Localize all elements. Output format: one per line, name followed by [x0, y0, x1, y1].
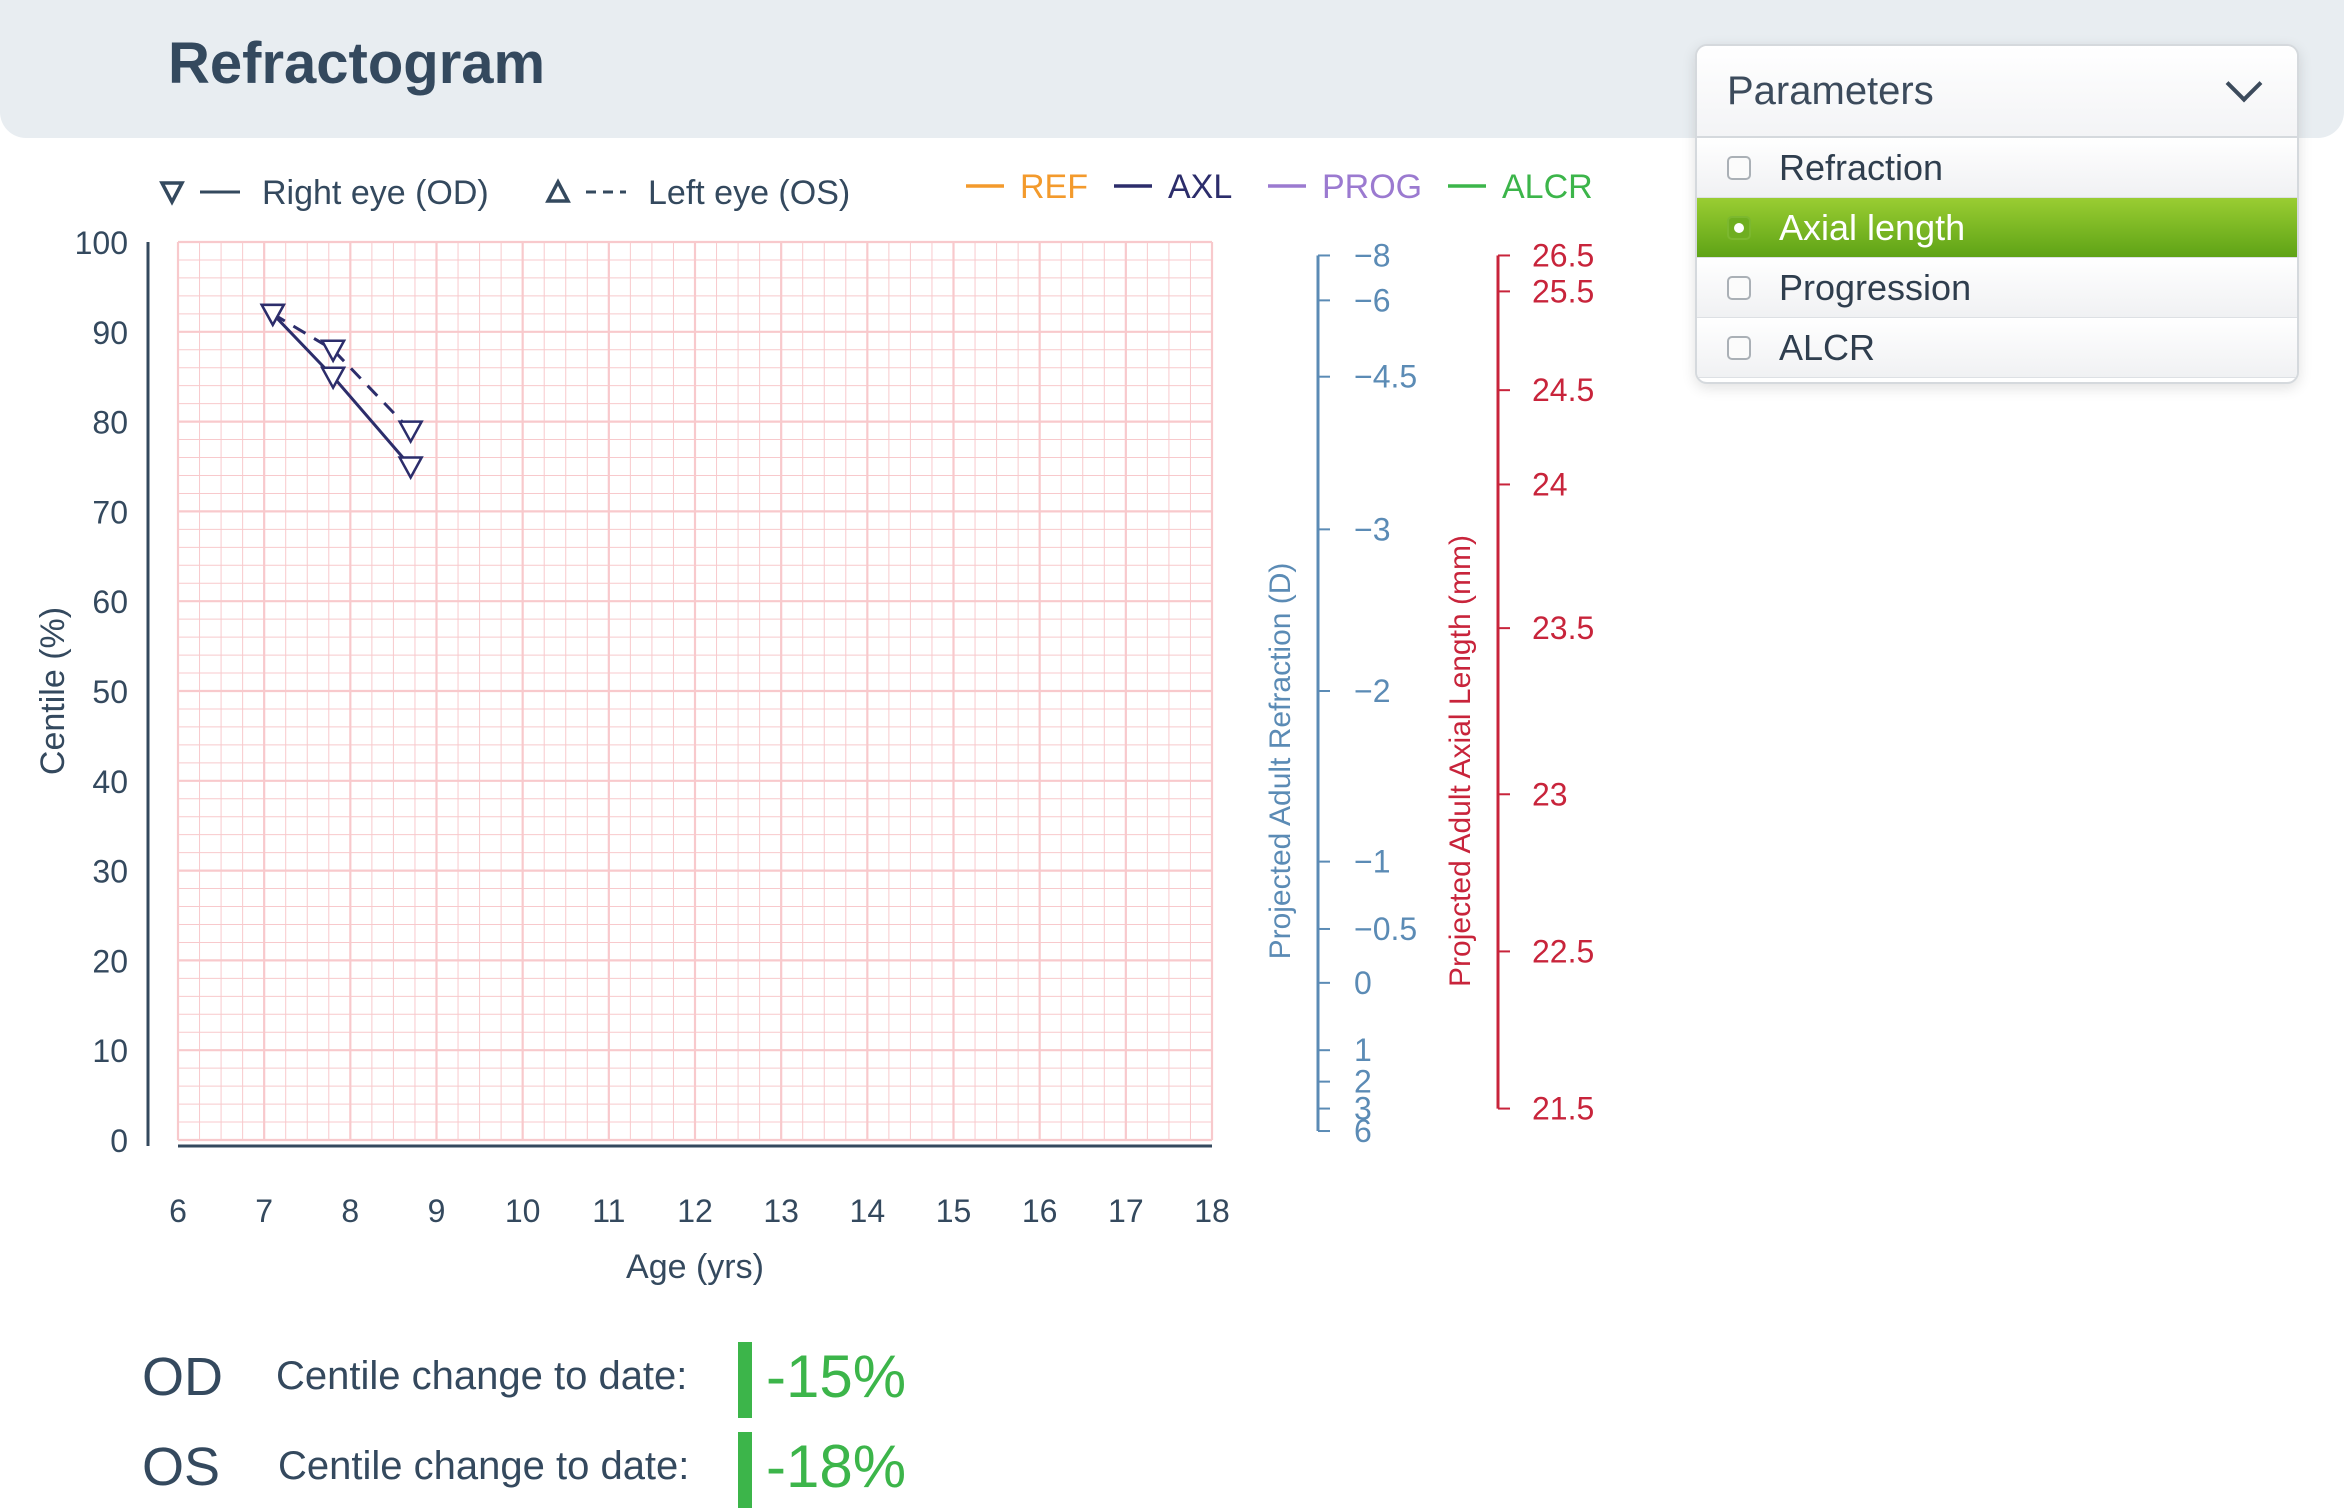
status-bar [738, 1342, 752, 1418]
option-alcr[interactable]: ALCR [1697, 318, 2297, 378]
x-tick-label: 14 [850, 1193, 886, 1229]
axial-axis-tick-label: 24 [1532, 466, 1568, 502]
page-title: Refractogram [168, 31, 546, 96]
refraction-axis-tick-label: −4.5 [1354, 359, 1417, 395]
axial-axis-title: Projected Adult Axial Length (mm) [1444, 535, 1477, 987]
param-legend-label: PROG [1322, 168, 1422, 206]
y-tick-label: 20 [92, 943, 128, 979]
axial-axis-tick-label: 26.5 [1532, 237, 1594, 273]
option-label: ALCR [1779, 326, 1876, 368]
axial-axis-tick-label: 23.5 [1532, 610, 1594, 646]
x-tick-label: 16 [1022, 1193, 1058, 1229]
x-tick-label: 17 [1108, 1193, 1144, 1229]
data-point-marker [397, 420, 424, 445]
eye-label: OD [142, 1347, 223, 1407]
param-legend-label: AXL [1168, 168, 1232, 206]
legend-marker-icon [159, 181, 185, 206]
x-tick-label: 10 [505, 1193, 541, 1229]
legend-marker-icon [545, 178, 571, 203]
refraction-axis-tick-label: −6 [1354, 282, 1390, 318]
option-label: Progression [1779, 266, 1972, 308]
param-legend-label: ALCR [1502, 168, 1593, 206]
data-point-marker [397, 456, 424, 481]
checkbox-axial-length[interactable] [1727, 215, 1751, 240]
x-tick-label: 6 [169, 1193, 187, 1229]
checkbox-progression[interactable] [1727, 275, 1751, 300]
refraction-axis-tick-label: −1 [1354, 844, 1390, 880]
axial-axis-tick-label: 22.5 [1532, 933, 1594, 969]
x-tick-label: 11 [592, 1193, 625, 1229]
option-label: Refraction [1779, 146, 1944, 188]
y-tick-label: 100 [75, 225, 128, 261]
summary-label: Centile change to date: [276, 1354, 688, 1398]
checkbox-alcr[interactable] [1727, 335, 1751, 360]
y-tick-label: 30 [92, 854, 128, 890]
x-tick-label: 15 [936, 1193, 972, 1229]
option-axial-length[interactable]: Axial length [1697, 198, 2297, 258]
legend-label: Right eye (OD) [262, 174, 489, 212]
parameters-dropdown[interactable]: Parameters Refraction Axial length Progr… [1695, 44, 2299, 384]
y-tick-label: 90 [92, 315, 128, 351]
y-tick-label: 0 [110, 1123, 128, 1159]
y-tick-label: 10 [92, 1033, 128, 1069]
x-tick-label: 9 [428, 1193, 446, 1229]
summary-value: -18% [766, 1433, 907, 1500]
legend-label: Left eye (OS) [648, 174, 850, 212]
eye-label: OS [142, 1437, 221, 1497]
x-tick-label: 13 [763, 1193, 799, 1229]
refractogram-chart: 01020304050607080901006 7 8 9 10 11 12 13 14 15 16… [34, 168, 1594, 1286]
param-legend-label: REF [1020, 168, 1088, 206]
status-bar [738, 1432, 752, 1508]
x-tick-label: 7 [255, 1193, 273, 1229]
refraction-axis-tick-label: 6 [1354, 1113, 1372, 1149]
refraction-axis-title: Projected Adult Refraction (D) [1264, 563, 1297, 960]
refraction-axis-tick-label: −2 [1354, 673, 1390, 709]
axial-axis-tick-label: 25.5 [1532, 273, 1594, 309]
chevron-down-icon[interactable] [2225, 65, 2263, 103]
y-tick-label: 80 [92, 405, 128, 441]
summary-label: Centile change to date: [278, 1444, 690, 1488]
axial-axis-tick-label: 24.5 [1532, 372, 1594, 408]
x-tick-label: 12 [677, 1193, 713, 1229]
refraction-axis-tick-label: 0 [1354, 965, 1372, 1001]
x-tick-label: 8 [341, 1193, 359, 1229]
refraction-axis-tick-label: −8 [1354, 237, 1390, 273]
refraction-axis-tick-label: −0.5 [1354, 911, 1417, 947]
y-tick-label: 40 [92, 764, 128, 800]
refraction-axis-tick-label: −3 [1354, 511, 1390, 547]
y-tick-label: 60 [92, 584, 128, 620]
y-axis-label: Centile (%) [34, 607, 72, 775]
summary-value: -15% [766, 1343, 907, 1410]
option-label: Axial length [1779, 206, 1966, 248]
checkbox-refraction[interactable] [1727, 155, 1751, 180]
axial-axis-tick-label: 21.5 [1532, 1091, 1594, 1127]
axial-axis-tick-label: 23 [1532, 776, 1568, 812]
option-progression[interactable]: Progression [1697, 258, 2297, 318]
series-line-od [271, 312, 412, 468]
y-tick-label: 50 [92, 674, 128, 710]
parameters-header[interactable]: Parameters [1697, 46, 2297, 138]
x-axis-label: Age (yrs) [626, 1248, 764, 1286]
x-tick-label: 18 [1194, 1193, 1230, 1229]
y-tick-label: 70 [92, 494, 128, 530]
option-refraction[interactable]: Refraction [1697, 138, 2297, 198]
parameters-title: Parameters [1727, 68, 1934, 113]
